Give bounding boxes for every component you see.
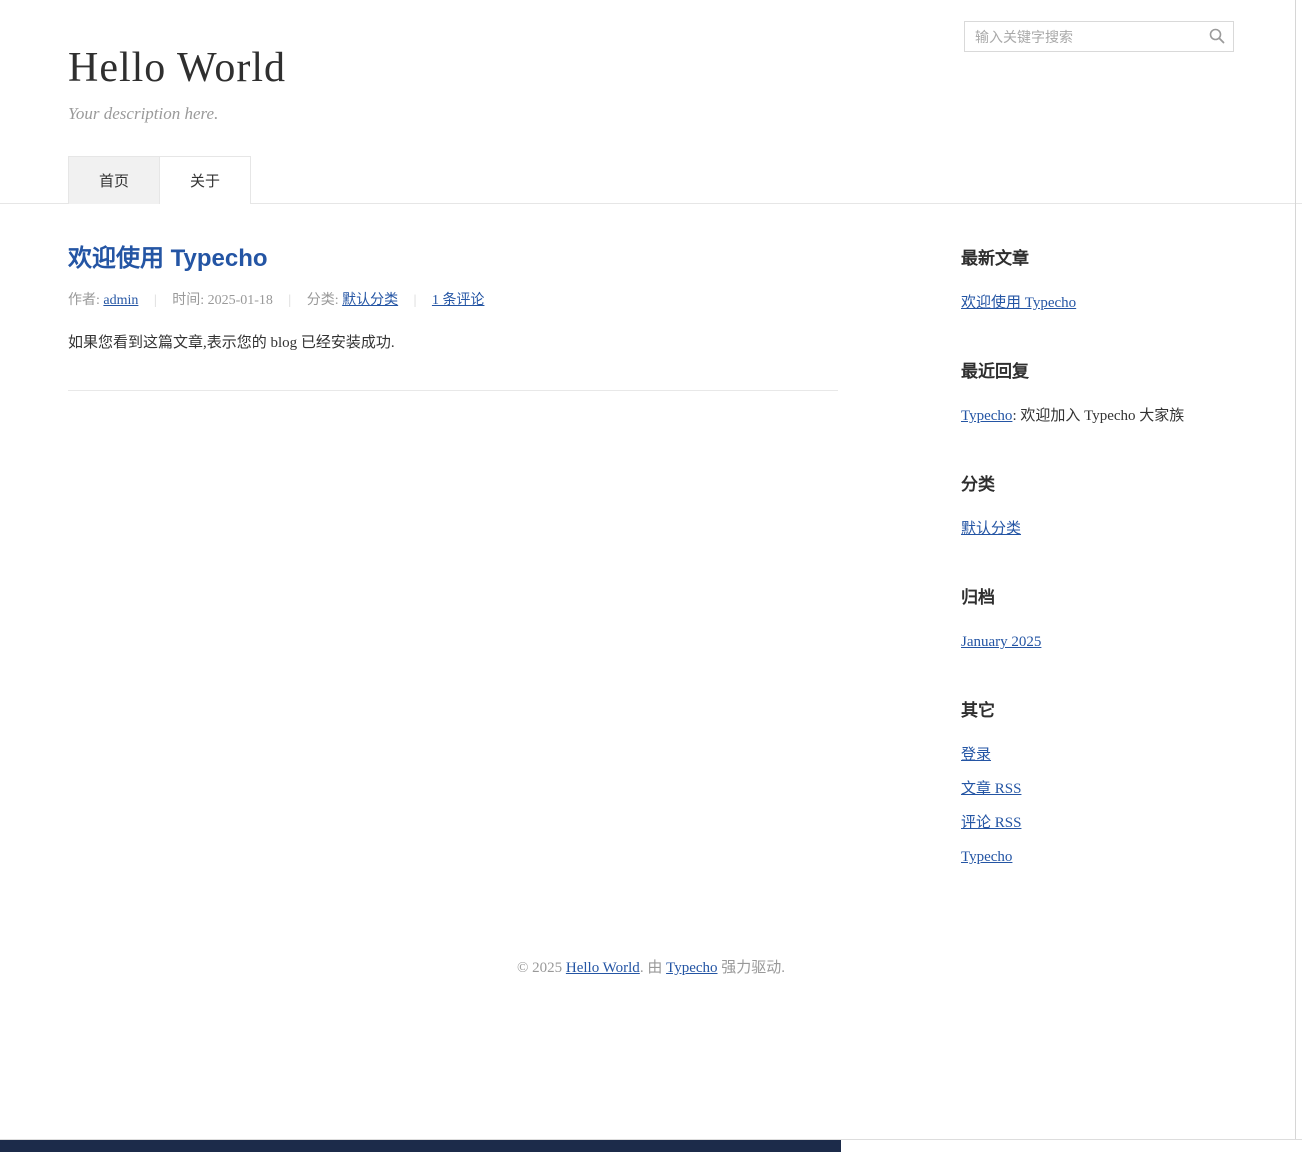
sidebar: 最新文章 欢迎使用 Typecho 最近回复 Typecho: 欢迎加入 Typ…: [961, 238, 1234, 911]
post-category-label: 分类:: [307, 293, 339, 308]
footer-suffix-text: 强力驱动.: [718, 960, 786, 976]
footer-middle-text: . 由: [640, 960, 666, 976]
post-list: 欢迎使用 Typecho 作者: admin | 时间: 2025-01-18 …: [68, 238, 838, 391]
site-header: Hello World Your description here. 首页 关于: [0, 0, 1302, 204]
widget-title-misc: 其它: [961, 696, 1234, 721]
widget-recent-comments: 最近回复 Typecho: 欢迎加入 Typecho 大家族: [961, 357, 1234, 426]
footer-copyright: © 2025: [517, 960, 566, 976]
widget-title-recent-comments: 最近回复: [961, 357, 1234, 382]
post-title-link[interactable]: 欢迎使用 Typecho: [68, 245, 268, 272]
post-divider: [68, 390, 838, 391]
list-item: Typecho: [961, 847, 1234, 867]
main-nav: 首页 关于: [68, 156, 1234, 203]
window-right-edge: [1295, 0, 1296, 1139]
typecho-link[interactable]: Typecho: [961, 849, 1012, 865]
content-area: 欢迎使用 Typecho 作者: admin | 时间: 2025-01-18 …: [68, 204, 1234, 916]
widget-title-categories: 分类: [961, 470, 1234, 495]
login-link[interactable]: 登录: [961, 747, 991, 763]
site-description: Your description here.: [68, 104, 1234, 124]
search-input[interactable]: [965, 22, 1233, 51]
recent-comment-excerpt: : 欢迎加入 Typecho 大家族: [1012, 408, 1184, 424]
post-rss-link[interactable]: 文章 RSS: [961, 781, 1021, 797]
list-item: 欢迎使用 Typecho: [961, 293, 1234, 313]
post-time-label: 时间:: [172, 293, 204, 308]
taskbar-fragment: [0, 1140, 841, 1152]
post-title: 欢迎使用 Typecho: [68, 238, 838, 273]
list-item: Typecho: 欢迎加入 Typecho 大家族: [961, 406, 1234, 426]
list-item: 评论 RSS: [961, 813, 1234, 833]
list-item: 默认分类: [961, 519, 1234, 539]
recent-comment-author-link[interactable]: Typecho: [961, 408, 1012, 424]
list-item: January 2025: [961, 632, 1234, 652]
site-branding: Hello World Your description here.: [68, 44, 1234, 124]
nav-item-home[interactable]: 首页: [68, 156, 160, 204]
post-meta: 作者: admin | 时间: 2025-01-18 | 分类: 默认分类 | …: [68, 289, 838, 309]
post-author-link[interactable]: admin: [103, 293, 138, 308]
meta-separator: |: [414, 293, 417, 308]
widget-title-recent-posts: 最新文章: [961, 244, 1234, 269]
list-item: 文章 RSS: [961, 779, 1234, 799]
widget-title-archives: 归档: [961, 583, 1234, 608]
search-icon: [1208, 33, 1226, 48]
widget-recent-posts: 最新文章 欢迎使用 Typecho: [961, 244, 1234, 313]
recent-post-link[interactable]: 欢迎使用 Typecho: [961, 295, 1076, 311]
search-box: [964, 21, 1234, 52]
post-category-link[interactable]: 默认分类: [342, 293, 398, 308]
post-date: 2025-01-18: [208, 293, 273, 308]
meta-separator: |: [288, 293, 291, 308]
category-link[interactable]: 默认分类: [961, 521, 1021, 537]
comment-rss-link[interactable]: 评论 RSS: [961, 815, 1021, 831]
post: 欢迎使用 Typecho 作者: admin | 时间: 2025-01-18 …: [68, 238, 838, 352]
widget-archives: 归档 January 2025: [961, 583, 1234, 652]
widget-categories: 分类 默认分类: [961, 470, 1234, 539]
archive-link[interactable]: January 2025: [961, 634, 1041, 650]
list-item: 登录: [961, 745, 1234, 765]
blog-page: Hello World Your description here. 首页 关于: [0, 0, 1302, 977]
post-comments-link[interactable]: 1 条评论: [432, 293, 485, 308]
widget-misc: 其它 登录 文章 RSS 评论 RSS Typecho: [961, 696, 1234, 867]
site-footer: © 2025 Hello World. 由 Typecho 强力驱动.: [0, 916, 1302, 977]
footer-site-link[interactable]: Hello World: [566, 960, 640, 976]
meta-separator: |: [154, 293, 157, 308]
nav-item-about[interactable]: 关于: [159, 156, 251, 204]
post-body: 如果您看到这篇文章,表示您的 blog 已经安装成功.: [68, 331, 838, 352]
post-author-label: 作者:: [68, 293, 100, 308]
search-button[interactable]: [1205, 25, 1229, 49]
footer-typecho-link[interactable]: Typecho: [666, 960, 717, 976]
